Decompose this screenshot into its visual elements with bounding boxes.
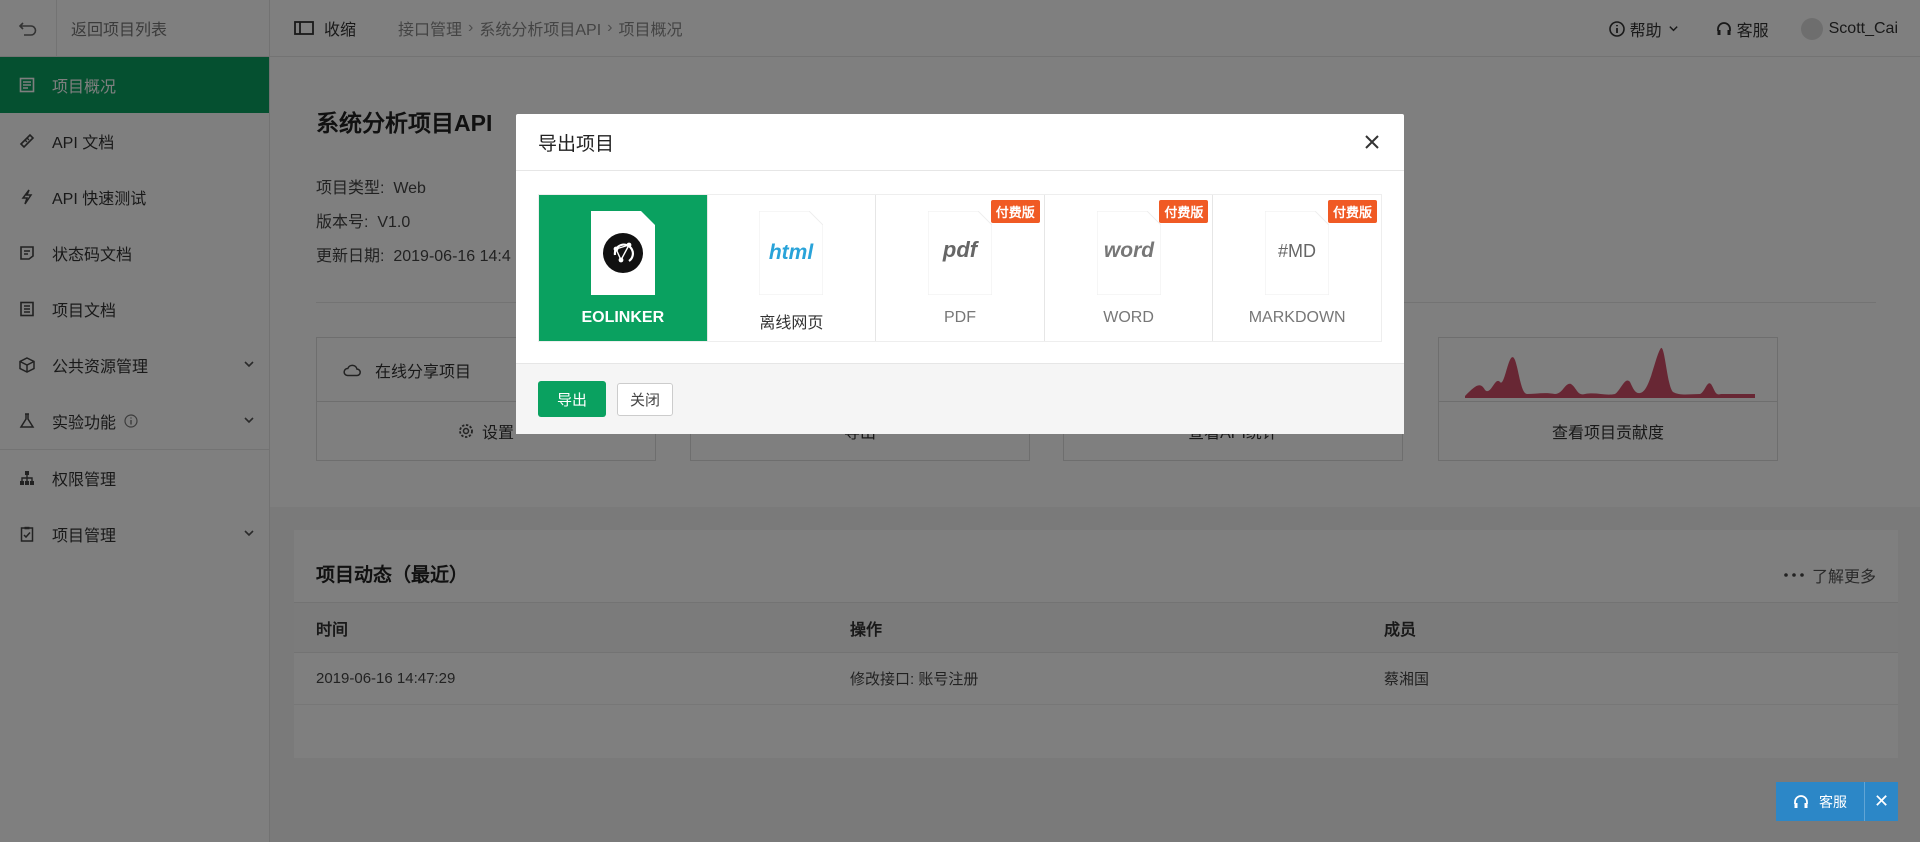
- export-format-options: EOLINKER html 离线网页 付费版 pdf PDF 付费版 word …: [538, 194, 1382, 342]
- markdown-file-icon: #MD: [1264, 210, 1330, 296]
- paid-badge: 付费版: [1327, 200, 1377, 223]
- paid-badge: 付费版: [1159, 200, 1209, 223]
- floating-service-button[interactable]: 客服: [1776, 792, 1864, 812]
- close-button[interactable]: 关闭: [617, 383, 673, 416]
- format-label: WORD: [1103, 309, 1154, 326]
- headset-icon: [1793, 794, 1809, 810]
- floating-service-widget: 客服 ✕: [1776, 782, 1898, 821]
- format-option-html[interactable]: html 离线网页: [707, 195, 877, 341]
- format-option-eolinker[interactable]: EOLINKER: [539, 195, 708, 341]
- format-label: 离线网页: [759, 315, 824, 332]
- dialog-footer: 导出 关闭: [516, 363, 1404, 434]
- file-icon-text: html: [769, 241, 814, 264]
- export-button[interactable]: 导出: [538, 381, 606, 417]
- close-icon[interactable]: ✕: [1864, 782, 1898, 821]
- file-icon-text: pdf: [942, 237, 980, 262]
- format-label: EOLINKER: [581, 309, 665, 326]
- format-label: MARKDOWN: [1248, 309, 1346, 326]
- paid-badge: 付费版: [990, 200, 1040, 223]
- format-label: PDF: [943, 309, 976, 326]
- file-icon-text: #MD: [1278, 241, 1316, 261]
- html-file-icon: html: [758, 210, 824, 296]
- floating-service-label: 客服: [1819, 793, 1847, 810]
- word-file-icon: word: [1096, 210, 1162, 296]
- format-option-markdown[interactable]: 付费版 #MD MARKDOWN: [1213, 195, 1381, 341]
- dialog-title: 导出项目: [538, 133, 615, 155]
- format-option-word[interactable]: 付费版 word WORD: [1044, 195, 1214, 341]
- eolinker-icon: [590, 211, 655, 295]
- format-option-pdf[interactable]: 付费版 pdf PDF: [876, 195, 1045, 341]
- pdf-file-icon: pdf: [927, 210, 993, 296]
- export-project-dialog: 导出项目 EOLINKER html 离线网页 付费版 pdf PDF 付费版 …: [516, 114, 1404, 434]
- dialog-header: 导出项目: [516, 114, 1404, 171]
- close-icon[interactable]: [1360, 130, 1384, 154]
- file-icon-text: word: [1103, 239, 1154, 262]
